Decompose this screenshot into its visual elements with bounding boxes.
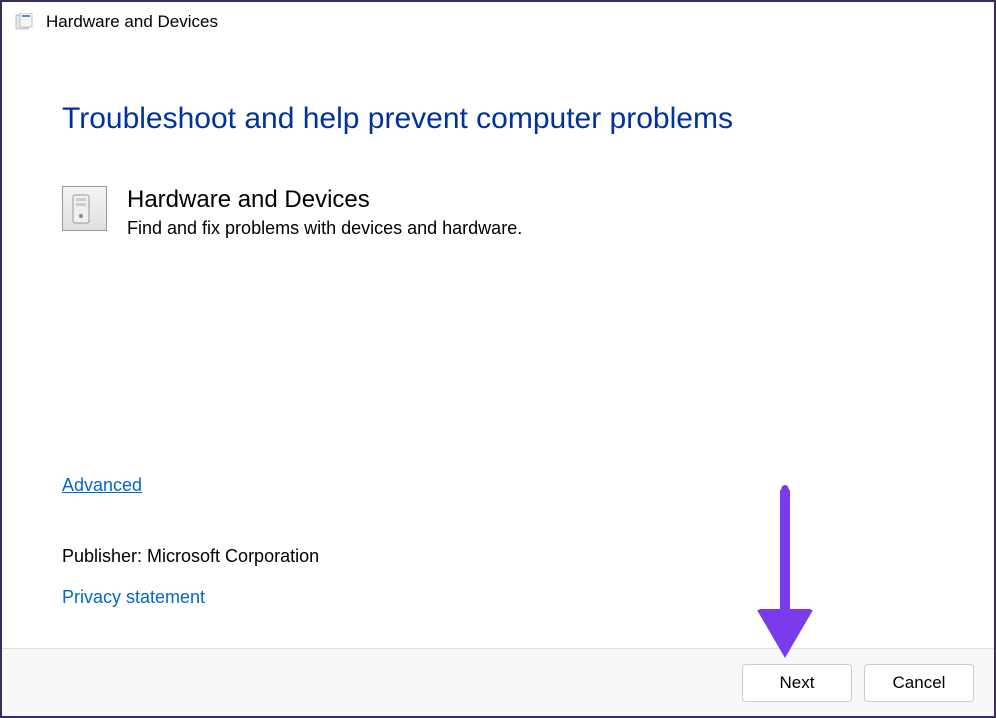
next-button[interactable]: Next bbox=[742, 664, 852, 702]
troubleshooter-title: Hardware and Devices bbox=[127, 186, 934, 214]
titlebar: Hardware and Devices bbox=[2, 2, 994, 42]
troubleshooter-description: Find and fix problems with devices and h… bbox=[127, 218, 934, 239]
cancel-button[interactable]: Cancel bbox=[864, 664, 974, 702]
troubleshooter-item: Hardware and Devices Find and fix proble… bbox=[62, 186, 934, 239]
troubleshooter-window: Hardware and Devices Troubleshoot and he… bbox=[0, 0, 996, 718]
footer-bar: Next Cancel bbox=[2, 648, 994, 716]
publisher-label: Publisher: Microsoft Corporation bbox=[62, 546, 934, 567]
hardware-devices-icon bbox=[62, 186, 107, 231]
content-area: Troubleshoot and help prevent computer p… bbox=[2, 42, 994, 648]
main-heading: Troubleshoot and help prevent computer p… bbox=[62, 102, 934, 136]
troubleshooter-text: Hardware and Devices Find and fix proble… bbox=[127, 186, 934, 239]
privacy-statement-link[interactable]: Privacy statement bbox=[62, 587, 205, 608]
window-title: Hardware and Devices bbox=[46, 12, 218, 32]
bottom-links: Advanced Publisher: Microsoft Corporatio… bbox=[62, 475, 934, 628]
troubleshooter-window-icon bbox=[14, 12, 34, 32]
advanced-link[interactable]: Advanced bbox=[62, 475, 142, 496]
